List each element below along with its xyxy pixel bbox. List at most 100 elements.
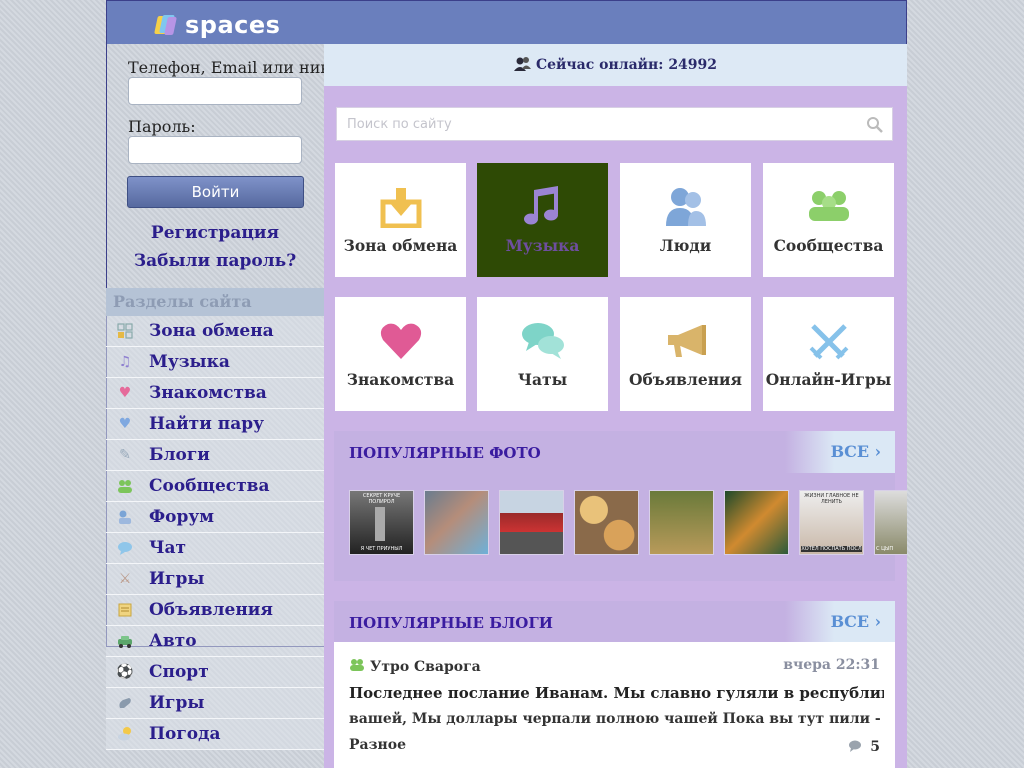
photo-thumb[interactable]: СЕКРЕТ КРУЧЕ ПОЛИРОЛ Я ЧЕТ ПРИУНЫЛ xyxy=(349,490,414,555)
menu-item-sport[interactable]: ⚽ Спорт xyxy=(106,657,324,688)
menu-item-blogs[interactable]: ✎ Блоги xyxy=(106,440,324,471)
menu-item-auto[interactable]: Авто xyxy=(106,626,324,657)
menu-item-weather[interactable]: Погода xyxy=(106,719,324,750)
thumb-caption: ЖИЗНИ ГЛАВНОЕ НЕ ЛЕНИТЬ xyxy=(804,493,859,505)
logo-icon xyxy=(154,14,179,36)
main-content: Сейчас онлайн: 24992 Поиск по сайту Зона… xyxy=(324,44,907,768)
forum-icon xyxy=(116,508,134,526)
thumb-figure xyxy=(375,507,385,541)
menu-item-find-pair[interactable]: ♥ Найти пару xyxy=(106,409,324,440)
menu-item-exchange[interactable]: Зона обмена xyxy=(106,316,324,347)
photo-thumb[interactable]: ЖИЗНИ ГЛАВНОЕ НЕ ЛЕНИТЬ ХОТЕЛ ПОСПАТЬ ПО… xyxy=(799,490,864,555)
menu-item-forum[interactable]: Форум xyxy=(106,502,324,533)
panel-header: ПОПУЛЯРНЫЕ БЛОГИ ВСЕ › xyxy=(334,601,895,643)
menu-item-games[interactable]: ⚔ Игры xyxy=(106,564,324,595)
post-comments[interactable]: 5 xyxy=(848,737,880,756)
menu-item-label: Чат xyxy=(149,538,187,558)
search-icon[interactable] xyxy=(866,116,884,138)
heart-icon: ♥ xyxy=(118,385,132,401)
photo-thumb[interactable]: С ЦЫП xyxy=(874,490,907,555)
menu-item-music[interactable]: ♫ Музыка xyxy=(106,347,324,378)
tile-dating[interactable]: Знакомства xyxy=(335,297,466,411)
photo-thumb[interactable] xyxy=(649,490,714,555)
menu-item-ads[interactable]: Объявления xyxy=(106,595,324,626)
left-column: Телефон, Email или ник Пароль: Войти Рег… xyxy=(106,44,330,768)
menu-item-label: Музыка xyxy=(149,352,230,372)
menu-item-label: Игры xyxy=(149,569,205,589)
thumb-caption: ХОТЕЛ ПОСПАТЬ ПОСЛ xyxy=(801,546,862,552)
chat-bubbles-icon xyxy=(477,317,608,365)
chevron-right-icon: › xyxy=(874,442,881,461)
heart-icon xyxy=(335,317,466,365)
tile-music[interactable]: Музыка xyxy=(477,163,608,277)
grid-icon xyxy=(116,322,134,340)
photo-thumb[interactable] xyxy=(424,490,489,555)
menu-item-label: Игры xyxy=(149,693,205,713)
thumb-caption: С ЦЫП xyxy=(876,546,894,552)
all-photos-link[interactable]: ВСЕ › xyxy=(785,431,895,473)
menu-item-label: Спорт xyxy=(149,662,209,682)
photo-thumb[interactable] xyxy=(499,490,564,555)
download-box-icon xyxy=(335,183,466,231)
menu-item-communities[interactable]: Сообщества xyxy=(106,471,324,502)
users-icon xyxy=(513,47,532,89)
photo-thumb[interactable] xyxy=(574,490,639,555)
site-header: spaces xyxy=(106,0,907,44)
tile-label: Музыка xyxy=(505,236,580,255)
menu-item-games-2[interactable]: Игры xyxy=(106,688,324,719)
author-name: Утро Сварога xyxy=(370,658,481,675)
search-box[interactable]: Поиск по сайту xyxy=(336,107,893,141)
panel-title: ПОПУЛЯРНЫЕ БЛОГИ xyxy=(349,614,553,632)
thumb-caption: СЕКРЕТ КРУЧЕ ПОЛИРОЛ xyxy=(362,493,401,505)
tile-ads[interactable]: Объявления xyxy=(620,297,751,411)
search-input[interactable]: Поиск по сайту xyxy=(347,117,452,132)
broken-heart-icon: ♥ xyxy=(118,416,132,432)
all-blogs-link[interactable]: ВСЕ › xyxy=(785,601,895,643)
chevron-right-icon: › xyxy=(874,612,881,631)
chat-bubble-icon xyxy=(116,539,134,557)
thumb-caption: Я ЧЕТ ПРИУНЫЛ xyxy=(360,546,403,552)
menu-item-label: Сообщества xyxy=(149,476,270,496)
megaphone-icon xyxy=(620,317,751,365)
post-category[interactable]: Разное xyxy=(349,737,406,753)
login-input[interactable] xyxy=(128,77,302,105)
panel-title: ПОПУЛЯРНЫЕ ФОТО xyxy=(349,444,541,462)
register-link[interactable]: Регистрация xyxy=(106,223,324,243)
login-button[interactable]: Войти xyxy=(127,176,304,208)
menu-item-label: Зона обмена xyxy=(149,321,274,341)
people-icon xyxy=(620,183,751,231)
comment-count: 5 xyxy=(870,738,880,755)
photo-thumb[interactable] xyxy=(724,490,789,555)
all-link-label: ВСЕ xyxy=(830,442,870,461)
blog-author[interactable]: Утро Сварога xyxy=(349,657,481,676)
online-counter: Сейчас онлайн: 24992 xyxy=(324,44,907,86)
menu-item-label: Форум xyxy=(149,507,215,527)
all-link-label: ВСЕ xyxy=(830,612,870,631)
tile-label: Знакомства xyxy=(346,370,455,389)
panel-header: ПОПУЛЯРНЫЕ ФОТО ВСЕ › xyxy=(334,431,895,473)
tile-chats[interactable]: Чаты xyxy=(477,297,608,411)
gamepad-icon xyxy=(116,694,134,712)
crossed-swords-icon xyxy=(763,317,894,365)
menu-item-label: Объявления xyxy=(149,600,273,620)
menu-item-chat[interactable]: Чат xyxy=(106,533,324,564)
music-note-icon xyxy=(477,183,608,231)
tile-communities[interactable]: Сообщества xyxy=(763,163,894,277)
tile-people[interactable]: Люди xyxy=(620,163,751,277)
post-excerpt: вашей, Мы доллары черпали полною чашей П… xyxy=(349,711,884,727)
sections-menu: Зона обмена ♫ Музыка ♥ Знакомства ♥ Найт… xyxy=(106,316,324,750)
tile-online-games[interactable]: Онлайн-Игры xyxy=(763,297,894,411)
post-time: вчера 22:31 xyxy=(783,657,880,673)
tile-label: Онлайн-Игры xyxy=(765,370,892,389)
blog-post[interactable]: Утро Сварога вчера 22:31 Последнее посла… xyxy=(334,642,895,768)
popular-photos-panel: ПОПУЛЯРНЫЕ ФОТО ВСЕ › СЕКРЕТ КРУЧЕ ПОЛИР… xyxy=(334,431,907,581)
menu-item-dating[interactable]: ♥ Знакомства xyxy=(106,378,324,409)
logo-text: spaces xyxy=(185,11,281,39)
post-title[interactable]: Последнее послание Иванам. Мы славно гул… xyxy=(349,684,884,702)
tile-exchange[interactable]: Зона обмена xyxy=(335,163,466,277)
forgot-password-link[interactable]: Забыли пароль? xyxy=(106,251,324,271)
menu-item-label: Авто xyxy=(149,631,197,651)
site-logo[interactable]: spaces xyxy=(154,11,281,39)
password-input[interactable] xyxy=(128,136,302,164)
tile-label: Люди xyxy=(659,236,712,255)
